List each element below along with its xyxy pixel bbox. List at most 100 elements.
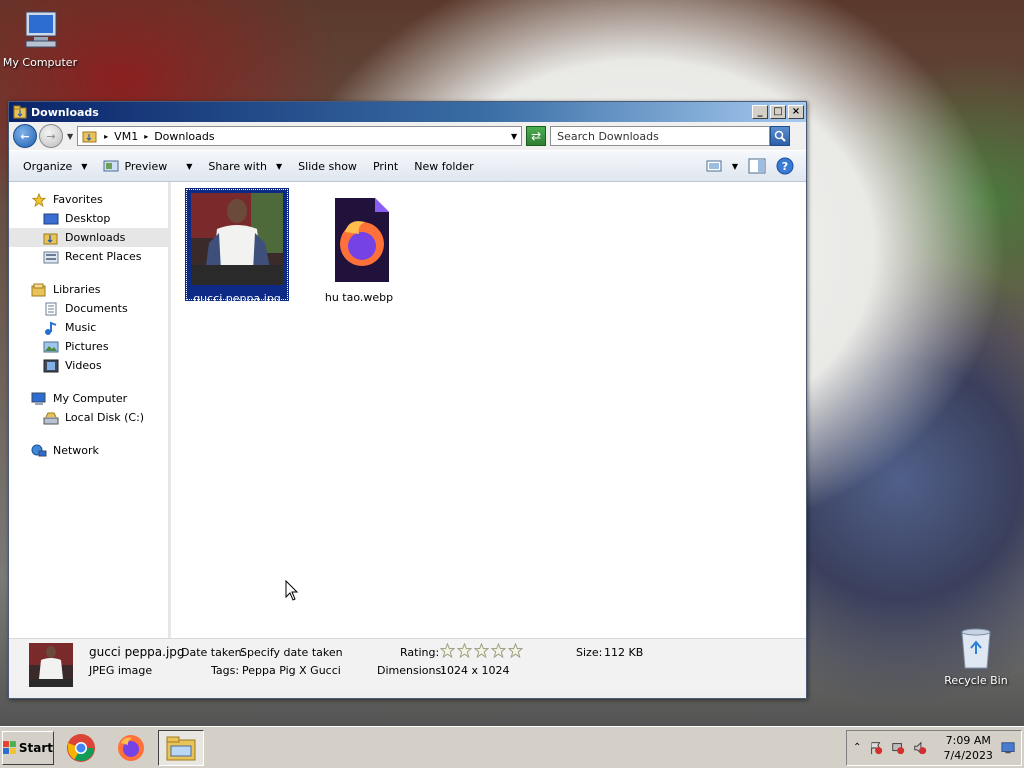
nav-desktop[interactable]: Desktop	[9, 209, 168, 228]
documents-icon	[45, 302, 57, 315]
action-center-flag-icon[interactable]	[869, 740, 883, 756]
slide-show-button[interactable]: Slide show	[290, 157, 365, 176]
nav-local-disk[interactable]: Local Disk (C:)	[9, 408, 168, 427]
clock[interactable]: 7:09 AM 7/4/2023	[944, 733, 993, 763]
rating-label: Rating:	[400, 646, 440, 659]
show-desktop-icon[interactable]	[1001, 741, 1015, 755]
minimize-button[interactable]: _	[752, 105, 768, 119]
computer-icon	[31, 392, 46, 405]
nav-libraries[interactable]: Libraries	[9, 280, 168, 299]
image-thumbnail	[191, 193, 283, 285]
preview-pane-icon[interactable]	[748, 158, 766, 174]
new-folder-button[interactable]: New folder	[406, 157, 481, 176]
search-button[interactable]	[770, 126, 791, 146]
breadcrumb-vm1[interactable]: VM1	[114, 130, 138, 143]
clock-date: 7/4/2023	[943, 748, 993, 762]
preview-icon	[103, 160, 119, 172]
address-field[interactable]: ▸ VM1 ▸ Downloads ▼	[77, 126, 523, 146]
network-status-icon[interactable]	[891, 740, 905, 756]
back-button[interactable]: ←	[13, 124, 37, 148]
date-taken-value[interactable]: Specify date taken	[240, 646, 343, 659]
maximize-button[interactable]: □	[770, 105, 786, 119]
nav-my-computer[interactable]: My Computer	[9, 389, 168, 408]
nav-label: Recent Places	[65, 250, 142, 263]
music-icon	[45, 321, 57, 335]
print-button[interactable]: Print	[365, 157, 406, 176]
taskbar-chrome[interactable]	[58, 730, 104, 766]
rating-stars[interactable]	[440, 643, 523, 658]
videos-icon	[43, 359, 59, 372]
star-icon[interactable]	[491, 643, 506, 658]
chevron-right-icon[interactable]: ▸	[104, 132, 108, 141]
preview-button[interactable]: Preview ▼	[95, 156, 200, 176]
share-with-button[interactable]: Share with ▼	[200, 157, 290, 176]
search-field[interactable]	[550, 126, 771, 146]
help-icon[interactable]: ?	[776, 157, 794, 175]
nav-network[interactable]: Network	[9, 441, 168, 460]
forward-button[interactable]: →	[39, 124, 63, 148]
star-icon[interactable]	[457, 643, 472, 658]
desktop-icon-my-computer[interactable]: My Computer	[0, 8, 80, 69]
recycle-bin-icon	[961, 628, 991, 669]
title-bar[interactable]: Downloads _ □ ×	[9, 102, 806, 122]
tags-value[interactable]: Peppa Pig X Gucci	[242, 664, 341, 677]
chevron-down-icon[interactable]: ▼	[732, 162, 738, 171]
nav-pictures[interactable]: Pictures	[9, 337, 168, 356]
preview-label: Preview	[124, 159, 168, 173]
start-button[interactable]: Start	[2, 730, 54, 765]
change-view-icon[interactable]	[706, 159, 722, 173]
svg-text:?: ?	[782, 160, 788, 173]
chevron-down-icon[interactable]: ▼	[186, 162, 192, 171]
nav-label: Network	[53, 444, 99, 457]
nav-videos[interactable]: Videos	[9, 356, 168, 375]
window-title: Downloads	[31, 105, 99, 119]
star-icon[interactable]	[474, 643, 489, 658]
taskbar: Start ⌃ 7:09 AM 7/4/2023	[0, 726, 1024, 768]
nav-favorites[interactable]: Favorites	[9, 190, 168, 209]
chevron-right-icon[interactable]: ▸	[144, 132, 148, 141]
nav-downloads[interactable]: Downloads	[9, 228, 168, 247]
file-explorer-icon	[166, 736, 196, 760]
windows-logo-icon	[3, 740, 16, 754]
address-history-dropdown[interactable]: ▼	[511, 132, 517, 141]
command-bar: Organize ▼ Preview ▼ Share with ▼ Slide …	[9, 150, 806, 182]
nav-documents[interactable]: Documents	[9, 299, 168, 318]
file-list-area[interactable]: gucci peppa.jpg hu tao.webp	[171, 182, 806, 638]
star-icon	[31, 192, 47, 207]
organize-button[interactable]: Organize ▼	[15, 157, 95, 176]
details-type: JPEG image	[89, 664, 153, 677]
nav-music[interactable]: Music	[9, 318, 168, 337]
refresh-button[interactable]: ⇄	[526, 126, 547, 146]
nav-recent-places[interactable]: Recent Places	[9, 247, 168, 266]
show-hidden-icons-icon[interactable]: ⌃	[853, 742, 861, 753]
nav-label: Documents	[65, 302, 128, 315]
star-icon[interactable]	[440, 643, 455, 658]
recent-places-icon	[43, 251, 59, 263]
file-name: gucci peppa.jpg	[193, 292, 281, 305]
file-item[interactable]: gucci peppa.jpg	[185, 188, 289, 305]
explorer-window: Downloads _ □ × ← → ▼ ▸ VM1 ▸ Downloads …	[8, 101, 807, 699]
nav-label: Downloads	[65, 231, 126, 244]
nav-label: Videos	[65, 359, 102, 372]
recent-pages-dropdown[interactable]: ▼	[67, 132, 73, 141]
taskbar-explorer[interactable]	[158, 729, 204, 766]
star-icon[interactable]	[508, 643, 523, 658]
file-item[interactable]: hu tao.webp	[307, 188, 411, 304]
desktop-icon-recycle-bin[interactable]: Recycle Bin	[936, 626, 1016, 687]
details-filename: gucci peppa.jpg	[89, 645, 185, 659]
computer-icon	[25, 11, 57, 48]
new-folder-label: New folder	[414, 159, 474, 173]
close-button[interactable]: ×	[788, 105, 804, 119]
tags-label: Tags:	[211, 664, 240, 677]
desktop-icon	[43, 213, 59, 224]
desktop-icon-label: Recycle Bin	[944, 674, 1008, 687]
nav-label: Pictures	[65, 340, 109, 353]
taskbar-firefox[interactable]	[108, 730, 154, 766]
search-input[interactable]	[557, 129, 770, 143]
breadcrumb-downloads[interactable]: Downloads	[154, 130, 214, 143]
size-label: Size:	[576, 646, 603, 659]
print-label: Print	[372, 159, 399, 173]
nav-label: Favorites	[53, 193, 103, 206]
volume-muted-icon[interactable]	[913, 740, 927, 756]
desktop-icon-label: My Computer	[2, 56, 78, 69]
